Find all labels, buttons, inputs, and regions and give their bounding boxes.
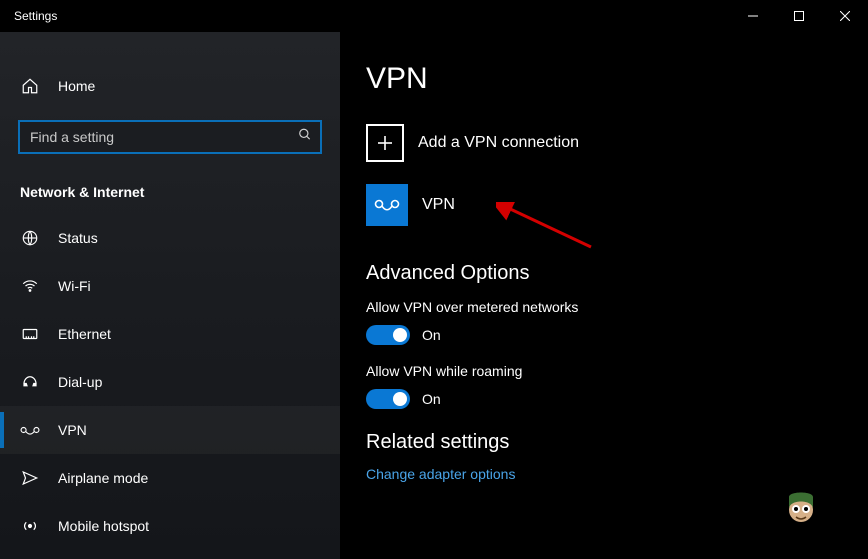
toggle-roaming[interactable] (366, 389, 410, 409)
hotspot-icon (20, 517, 40, 535)
maximize-button[interactable] (776, 0, 822, 32)
option-roaming-label: Allow VPN while roaming (366, 363, 842, 379)
wifi-icon (20, 277, 40, 295)
sidebar: Home Network & Internet Status (0, 32, 340, 559)
search-input[interactable] (18, 120, 322, 154)
sidebar-item-label: VPN (58, 422, 87, 438)
add-vpn-label: Add a VPN connection (418, 134, 579, 152)
option-roaming: Allow VPN while roaming On (366, 363, 842, 409)
toggle-metered[interactable] (366, 325, 410, 345)
home-label: Home (58, 78, 95, 94)
add-vpn-button[interactable]: Add a VPN connection (366, 124, 842, 162)
titlebar: Settings (0, 0, 868, 32)
main-content: VPN Add a VPN connection VPN Advanced Op… (340, 32, 868, 559)
status-icon (20, 229, 40, 247)
dialup-icon (20, 373, 40, 391)
search-icon (298, 128, 312, 147)
related-settings-title: Related settings (366, 431, 842, 454)
sidebar-item-label: Airplane mode (58, 470, 148, 486)
sidebar-item-vpn[interactable]: VPN (0, 406, 340, 454)
sidebar-item-hotspot[interactable]: Mobile hotspot (0, 502, 340, 550)
plus-icon (366, 124, 404, 162)
ethernet-icon (20, 325, 40, 343)
arrow-annotation (496, 202, 596, 252)
airplane-icon (20, 469, 40, 487)
window-controls (730, 0, 868, 32)
vpn-connection-label: VPN (422, 196, 455, 214)
advanced-options-title: Advanced Options (366, 262, 842, 285)
close-button[interactable] (822, 0, 868, 32)
change-adapter-link[interactable]: Change adapter options (366, 466, 842, 482)
sidebar-item-label: Wi-Fi (58, 278, 91, 294)
minimize-button[interactable] (730, 0, 776, 32)
window-title: Settings (14, 9, 57, 23)
sidebar-item-label: Status (58, 230, 98, 246)
sidebar-item-label: Mobile hotspot (58, 518, 149, 534)
sidebar-item-status[interactable]: Status (0, 214, 340, 262)
sidebar-item-ethernet[interactable]: Ethernet (0, 310, 340, 358)
category-header: Network & Internet (0, 166, 340, 214)
option-metered-label: Allow VPN over metered networks (366, 299, 842, 315)
sidebar-item-airplane[interactable]: Airplane mode (0, 454, 340, 502)
page-title: VPN (366, 62, 842, 96)
mascot-icon (778, 487, 824, 533)
sidebar-item-wifi[interactable]: Wi-Fi (0, 262, 340, 310)
home-button[interactable]: Home (0, 64, 340, 108)
sidebar-item-label: Ethernet (58, 326, 111, 342)
vpn-tile-icon (366, 184, 408, 226)
vpn-icon (20, 422, 40, 438)
option-metered: Allow VPN over metered networks On (366, 299, 842, 345)
toggle-roaming-state: On (422, 391, 441, 407)
sidebar-item-dialup[interactable]: Dial-up (0, 358, 340, 406)
vpn-connection-item[interactable]: VPN (366, 184, 842, 226)
toggle-metered-state: On (422, 327, 441, 343)
sidebar-item-label: Dial-up (58, 374, 102, 390)
nav: Status Wi-Fi Ethernet Dial-up (0, 214, 340, 550)
home-icon (20, 77, 40, 95)
